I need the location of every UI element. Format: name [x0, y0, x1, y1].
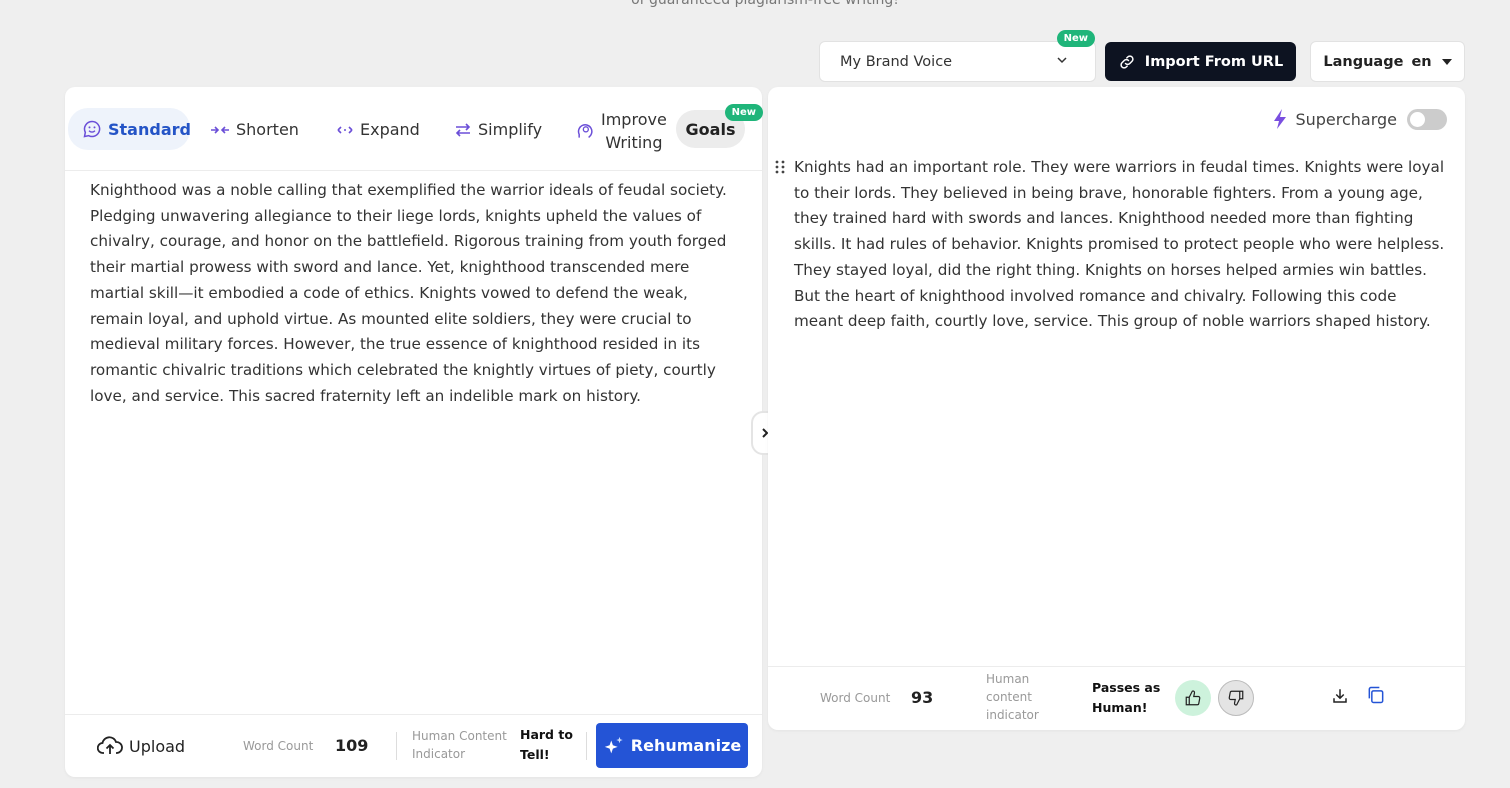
rehumanize-label: Rehumanize [630, 736, 742, 755]
drag-handle-icon[interactable] [775, 160, 785, 174]
hci-label-line2: Indicator [412, 747, 466, 761]
brain-head-icon [577, 124, 593, 138]
word-count-label: Word Count [820, 691, 891, 705]
output-panel: Supercharge Knights had an important rol… [768, 87, 1465, 730]
hci-label-line1: Human [986, 672, 1030, 686]
brand-voice-label: My Brand Voice [840, 53, 953, 70]
page-tagline: of guaranteed plagiarism-free writing! [631, 0, 899, 8]
chat-smile-icon [83, 120, 101, 138]
hci-value-line2: Tell! [520, 747, 550, 762]
sparkles-icon [604, 736, 623, 753]
hci-value-line1: Hard to [520, 727, 573, 742]
language-selector[interactable]: Language en [1310, 41, 1465, 82]
download-icon [1333, 689, 1347, 703]
thumbs-down-button[interactable] [1218, 680, 1254, 716]
output-text: Knights had an important role. They were… [794, 158, 1445, 331]
tab-simplify[interactable]: Simplify [454, 120, 542, 139]
output-footer: Word Count 93 Human content indicator Pa… [768, 666, 1465, 730]
caret-down-icon [1441, 58, 1452, 65]
thumbs-up-icon [1185, 690, 1201, 706]
tab-shorten[interactable]: Shorten [210, 120, 299, 139]
tab-improve-writing[interactable]: Improve Writing [575, 108, 667, 154]
word-count-label: Word Count [243, 739, 314, 753]
supercharge-toggle[interactable] [1407, 108, 1447, 130]
language-value: en [1411, 53, 1432, 70]
copy-icon [1368, 686, 1384, 704]
tab-expand[interactable]: Expand [336, 120, 420, 139]
tab-improve-label-line2: Writing [605, 133, 663, 152]
human-content-indicator-label: Human content indicator [986, 670, 1039, 724]
upload-button[interactable]: Upload [97, 736, 185, 756]
hci-value-line2: Human! [1092, 700, 1148, 715]
supercharge-label: Supercharge [1295, 109, 1397, 129]
simplify-icon [455, 122, 471, 137]
import-label: Import From URL [1144, 53, 1284, 70]
rehumanize-button[interactable]: Rehumanize [596, 723, 748, 768]
human-content-indicator-value: Hard to Tell! [520, 725, 573, 765]
human-content-indicator-label: Human Content Indicator [412, 727, 507, 763]
download-button[interactable] [1331, 687, 1349, 705]
tab-standard-label: Standard [108, 119, 191, 139]
chevron-down-icon [1057, 57, 1067, 64]
tab-simplify-label: Simplify [478, 120, 543, 139]
link-icon [1120, 54, 1134, 69]
language-label: Language [1323, 53, 1404, 70]
lightning-icon [1274, 109, 1287, 129]
supercharge-control: Supercharge [1271, 108, 1447, 130]
cloud-upload-icon [97, 736, 123, 754]
tab-standard[interactable]: Standard [68, 108, 191, 150]
shorten-icon [211, 125, 229, 134]
hci-label-line3: indicator [986, 708, 1039, 722]
hci-label-line1: Human Content [412, 729, 507, 743]
upload-label: Upload [129, 736, 186, 756]
divider [586, 732, 587, 760]
word-count-value: 109 [335, 736, 369, 755]
tab-goals-label: Goals [685, 119, 736, 139]
input-panel: Standard Shorten Expand Simplify Improve… [65, 87, 763, 777]
tab-goals[interactable]: Goals New [676, 104, 763, 148]
thumbs-down-icon [1228, 690, 1244, 706]
input-footer: Upload Word Count 109 Human Content Indi… [65, 714, 762, 777]
human-content-indicator-value: Passes as Human! [1092, 678, 1160, 718]
import-from-url-button[interactable]: Import From URL [1105, 42, 1296, 81]
input-textarea[interactable]: Knighthood was a noble calling that exem… [90, 178, 740, 409]
thumbs-up-button[interactable] [1175, 680, 1211, 716]
hci-label-line2: content [986, 690, 1032, 704]
expand-icon [337, 125, 353, 134]
tab-shorten-label: Shorten [236, 120, 299, 139]
new-badge: New [1056, 30, 1095, 47]
word-count-value: 93 [911, 688, 934, 707]
new-badge: New [724, 104, 763, 121]
brand-voice-dropdown[interactable]: My Brand Voice New [819, 30, 1096, 82]
hci-value-line1: Passes as [1092, 680, 1161, 695]
tab-improve-label-line1: Improve [601, 110, 667, 129]
mode-tabs: Standard Shorten Expand Simplify Improve… [65, 87, 763, 171]
copy-button[interactable] [1366, 685, 1386, 705]
tab-expand-label: Expand [360, 120, 420, 139]
divider [396, 732, 397, 760]
